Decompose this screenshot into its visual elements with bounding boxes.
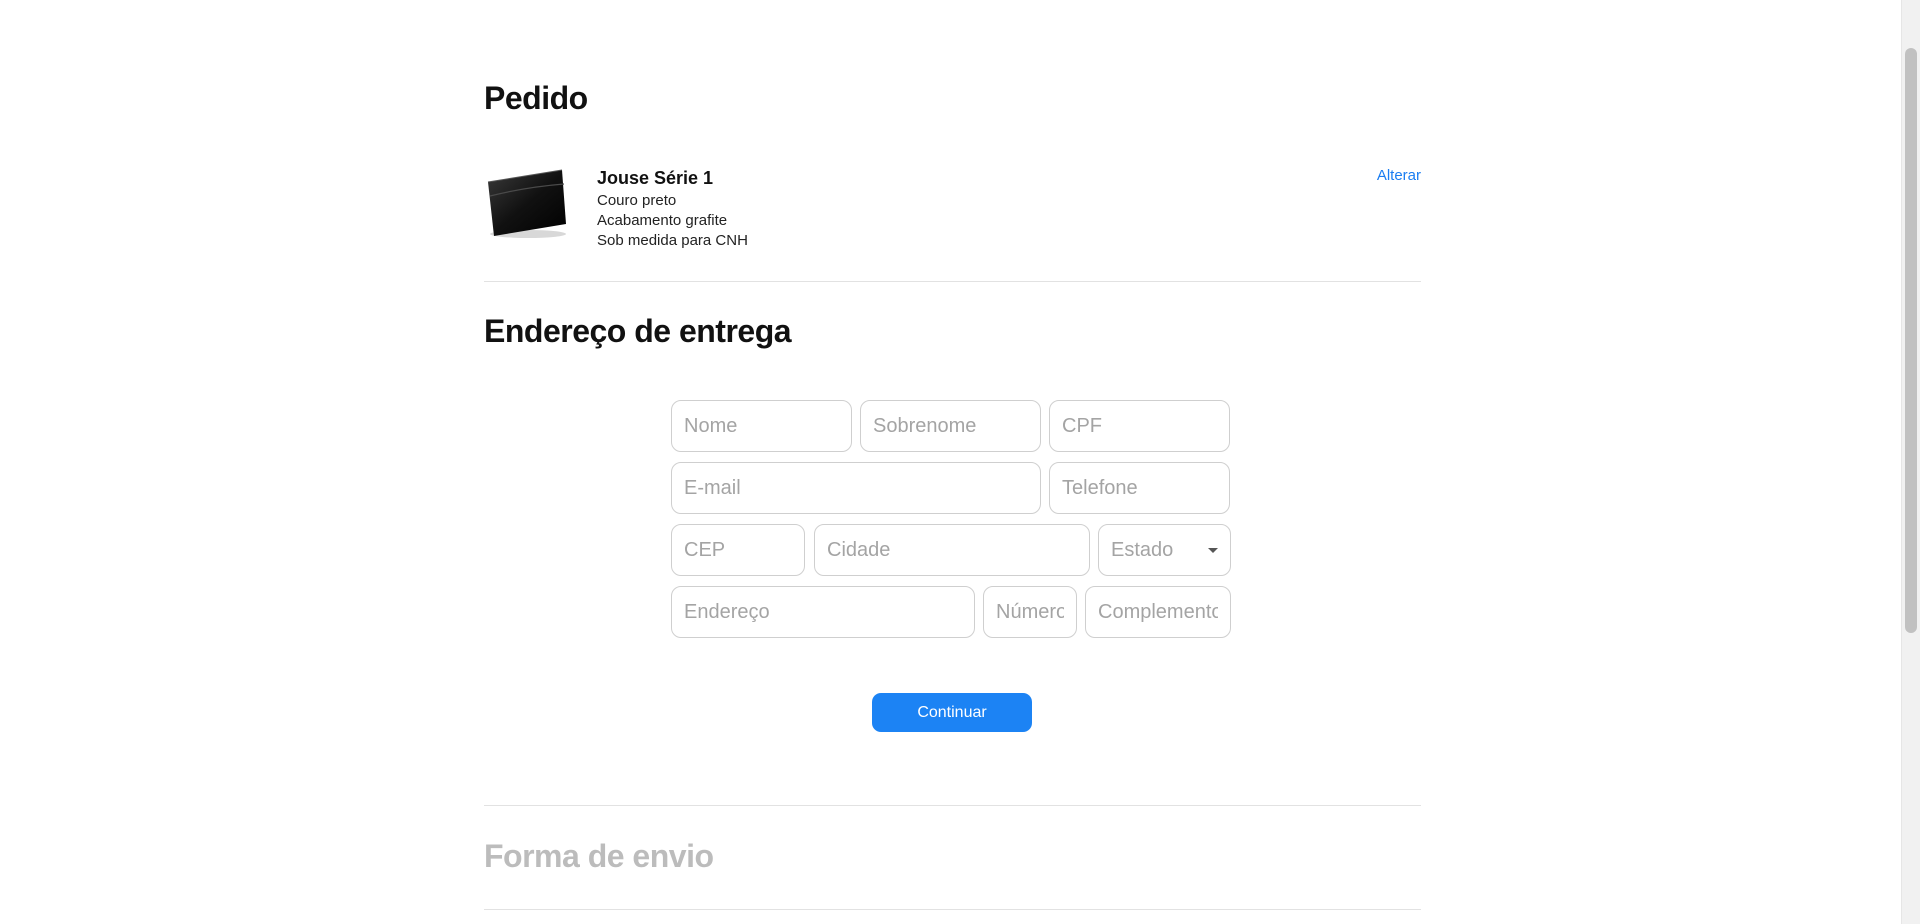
section-divider: [484, 805, 1421, 806]
scrollbar-thumb[interactable]: [1905, 48, 1917, 633]
number-field[interactable]: [983, 586, 1077, 638]
product-info: Jouse Série 1 Couro preto Acabamento gra…: [597, 168, 748, 251]
phone-field[interactable]: [1049, 462, 1230, 514]
city-field[interactable]: [814, 524, 1090, 576]
shipping-method-title: Forma de envio: [484, 838, 714, 874]
product-detail-color: Couro preto: [597, 192, 677, 209]
checkout-page: Pedido Jouse Série 1 Couro preto Acabame…: [0, 0, 1902, 924]
chevron-down-icon: [1208, 547, 1218, 553]
order-item: Jouse Série 1 Couro preto Acabamento gra…: [484, 162, 1421, 252]
state-select-label: Estado: [1111, 538, 1174, 561]
continue-button[interactable]: Continuar: [872, 693, 1032, 732]
wallet-product-image: [487, 169, 566, 238]
change-order-link[interactable]: Alterar: [1377, 167, 1421, 184]
product-name: Jouse Série 1: [597, 168, 714, 188]
cep-field[interactable]: [671, 524, 805, 576]
complement-field[interactable]: [1085, 586, 1231, 638]
order-title: Pedido: [484, 80, 588, 116]
shipping-address-title: Endereço de entrega: [484, 313, 792, 349]
product-detail-finish: Acabamento grafite: [597, 212, 728, 229]
product-detail-size: Sob medida para CNH: [597, 232, 748, 249]
last-name-field[interactable]: [860, 400, 1041, 452]
address-field[interactable]: [671, 586, 975, 638]
section-divider: [484, 909, 1421, 910]
state-select[interactable]: Estado: [1098, 524, 1231, 576]
section-divider: [484, 281, 1421, 282]
first-name-field[interactable]: [671, 400, 852, 452]
email-field[interactable]: [671, 462, 1041, 514]
cpf-field[interactable]: [1049, 400, 1230, 452]
page-scrollbar[interactable]: [1901, 0, 1920, 924]
